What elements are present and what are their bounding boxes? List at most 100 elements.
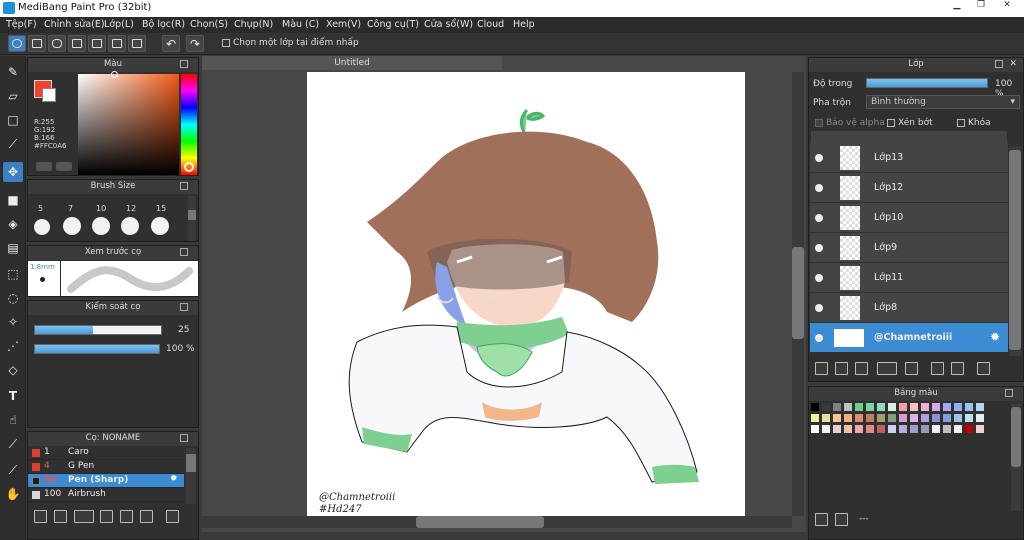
palette-swatch[interactable] [976, 403, 984, 411]
palette-swatch[interactable] [910, 403, 918, 411]
palette-swatch[interactable] [932, 414, 940, 422]
gradient-tool-icon[interactable]: ▤ [3, 238, 23, 258]
palette-swatch[interactable] [888, 425, 896, 433]
palette-swatch[interactable] [877, 403, 885, 411]
float-icon[interactable] [180, 434, 188, 442]
palette-swatch[interactable] [844, 414, 852, 422]
palette-swatch[interactable] [921, 425, 929, 433]
document-icon[interactable] [88, 35, 106, 52]
brush-settings-icon[interactable] [100, 510, 113, 523]
layer-row-selected[interactable]: @Chamnetroiii ✹ [810, 323, 1008, 353]
layer-scrollbar[interactable] [1009, 146, 1021, 356]
palette-swatch[interactable] [910, 425, 918, 433]
operation-tool-icon[interactable]: ☝ [3, 410, 23, 430]
palette-swatch[interactable] [888, 414, 896, 422]
palette-swatch[interactable] [822, 414, 830, 422]
page-icon[interactable] [68, 35, 86, 52]
dropper-icon[interactable]: ⟋ [3, 460, 23, 480]
palette-swatch[interactable] [932, 403, 940, 411]
hue-slider[interactable] [181, 74, 197, 175]
float-icon[interactable] [180, 60, 188, 68]
palette-swatch[interactable] [822, 403, 830, 411]
palette-swatch[interactable] [932, 425, 940, 433]
palette-swatch[interactable] [822, 425, 830, 433]
visibility-eye-icon[interactable] [815, 184, 823, 192]
color-option-icon[interactable] [36, 162, 52, 171]
visibility-eye-icon[interactable] [815, 154, 823, 162]
menu-file[interactable]: Tệp(F) [6, 19, 37, 30]
layer-row-13[interactable]: Lớp13 [810, 143, 1008, 173]
palette-swatch[interactable] [811, 403, 819, 411]
brush-tool-icon[interactable]: ✎ [3, 62, 23, 82]
palette-swatch[interactable] [921, 403, 929, 411]
float-icon[interactable] [180, 182, 188, 190]
visibility-eye-icon[interactable] [815, 244, 823, 252]
close-icon[interactable]: ✕ [996, 0, 1018, 14]
palette-swatch[interactable] [976, 414, 984, 422]
palette-swatch[interactable] [943, 425, 951, 433]
comment-icon[interactable] [48, 35, 66, 52]
size-dot-12[interactable] [121, 217, 139, 235]
palette-swatch[interactable] [954, 414, 962, 422]
select-pen-icon[interactable]: ⋰ [3, 336, 23, 356]
magic-wand-icon[interactable]: ✧ [3, 312, 23, 332]
palette-swatch[interactable] [877, 414, 885, 422]
brush-size-scrollbar[interactable] [188, 196, 196, 241]
eyedropper-tool-icon[interactable]: ⟋ [3, 434, 23, 454]
palette-swatch[interactable] [811, 414, 819, 422]
palette-swatch[interactable] [976, 425, 984, 433]
layer-row-8[interactable]: Lớp8 [810, 293, 1008, 323]
move-tool-icon[interactable]: ✥ [3, 162, 23, 182]
menu-capture[interactable]: Chụp(N) [234, 19, 273, 30]
layer-row-9[interactable]: Lớp9 [810, 233, 1008, 263]
grid-icon[interactable] [128, 35, 146, 52]
palette-swatch[interactable] [965, 414, 973, 422]
secondary-color-swatch[interactable] [42, 88, 56, 102]
protect-alpha-checkbox[interactable]: Bảo vệ alpha [815, 118, 885, 128]
brush-opacity-slider[interactable] [34, 344, 160, 354]
new-layer-8bit-icon[interactable] [835, 362, 848, 375]
float-icon[interactable] [180, 303, 188, 311]
folder-icon[interactable] [905, 362, 918, 375]
close-panel-icon[interactable]: ✕ [1009, 58, 1017, 71]
select-eraser-icon[interactable]: ◇ [3, 360, 23, 380]
menu-help[interactable]: Help [513, 19, 535, 30]
palette-swatch[interactable] [833, 414, 841, 422]
palette-swatch[interactable] [965, 403, 973, 411]
size-dot-10[interactable] [92, 217, 110, 235]
duplicate-brush-icon[interactable] [140, 510, 153, 523]
palette-swatch[interactable] [866, 425, 874, 433]
palette-swatch[interactable] [943, 414, 951, 422]
palette-swatch[interactable] [844, 403, 852, 411]
hue-handle[interactable] [184, 162, 194, 172]
palette-swatch[interactable] [954, 425, 962, 433]
add-brush-dropdown-icon[interactable] [74, 510, 94, 523]
palette-swatch[interactable] [855, 403, 863, 411]
layer-row-11[interactable]: Lớp11 [810, 263, 1008, 293]
palette-swatch[interactable] [833, 403, 841, 411]
palette-swatch[interactable] [866, 403, 874, 411]
share-icon[interactable] [28, 35, 46, 52]
delete-brush-icon[interactable] [166, 510, 179, 523]
select-layer-on-click-checkbox[interactable]: Chọn một lớp tại điểm nhấp [222, 38, 359, 48]
menu-filter[interactable]: Bộ lọc(R) [142, 19, 185, 30]
color-swap-icon[interactable] [56, 162, 72, 171]
cloud-icon[interactable] [8, 35, 26, 52]
add-color-icon[interactable] [815, 513, 828, 526]
duplicate-layer-icon[interactable] [931, 362, 944, 375]
palette-swatch[interactable] [866, 414, 874, 422]
picker-cursor[interactable] [111, 71, 118, 78]
layer-opacity-slider[interactable] [866, 78, 988, 88]
brush-item-g-pen[interactable]: 4 G Pen [28, 460, 184, 474]
redo-icon[interactable]: ↷ [186, 35, 204, 52]
new-layer-1bit-icon[interactable] [855, 362, 868, 375]
undo-icon[interactable]: ↶ [162, 35, 180, 52]
menu-window[interactable]: Cửa sổ(W) [424, 19, 473, 30]
size-dot-15[interactable] [151, 217, 169, 235]
text-tool-icon[interactable]: T [3, 386, 23, 406]
palette-swatch[interactable] [899, 425, 907, 433]
brush-item-pen-sharp[interactable]: 40 Pen (Sharp) ✹ [28, 474, 184, 488]
menu-color[interactable]: Màu (C) [282, 19, 319, 30]
fill-shape-icon[interactable]: ■ [3, 190, 23, 210]
palette-swatch[interactable] [855, 425, 863, 433]
